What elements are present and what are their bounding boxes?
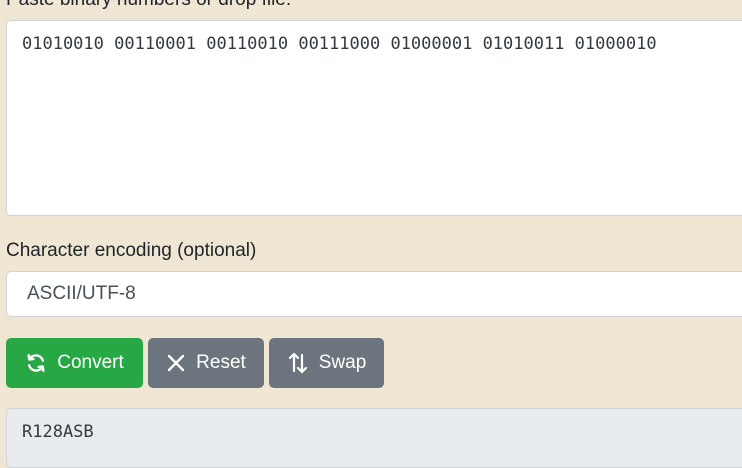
encoding-select[interactable]: ASCII/UTF-8	[6, 271, 742, 317]
convert-button-label: Convert	[57, 352, 124, 373]
output-text[interactable]: R128ASB	[6, 408, 742, 468]
reset-button-label: Reset	[196, 352, 246, 373]
swap-button[interactable]: Swap	[269, 338, 384, 388]
convert-button[interactable]: Convert	[6, 338, 143, 388]
swap-vertical-icon	[287, 351, 309, 375]
close-icon	[166, 353, 186, 373]
binary-input-textarea[interactable]: 01010010 00110001 00110010 00111000 0100…	[6, 20, 742, 216]
binary-input-label: Paste binary numbers or drop file:	[6, 0, 291, 9]
swap-button-label: Swap	[318, 352, 367, 373]
encoding-label: Character encoding (optional)	[6, 240, 257, 261]
reset-button[interactable]: Reset	[148, 338, 264, 388]
refresh-icon	[25, 352, 47, 374]
